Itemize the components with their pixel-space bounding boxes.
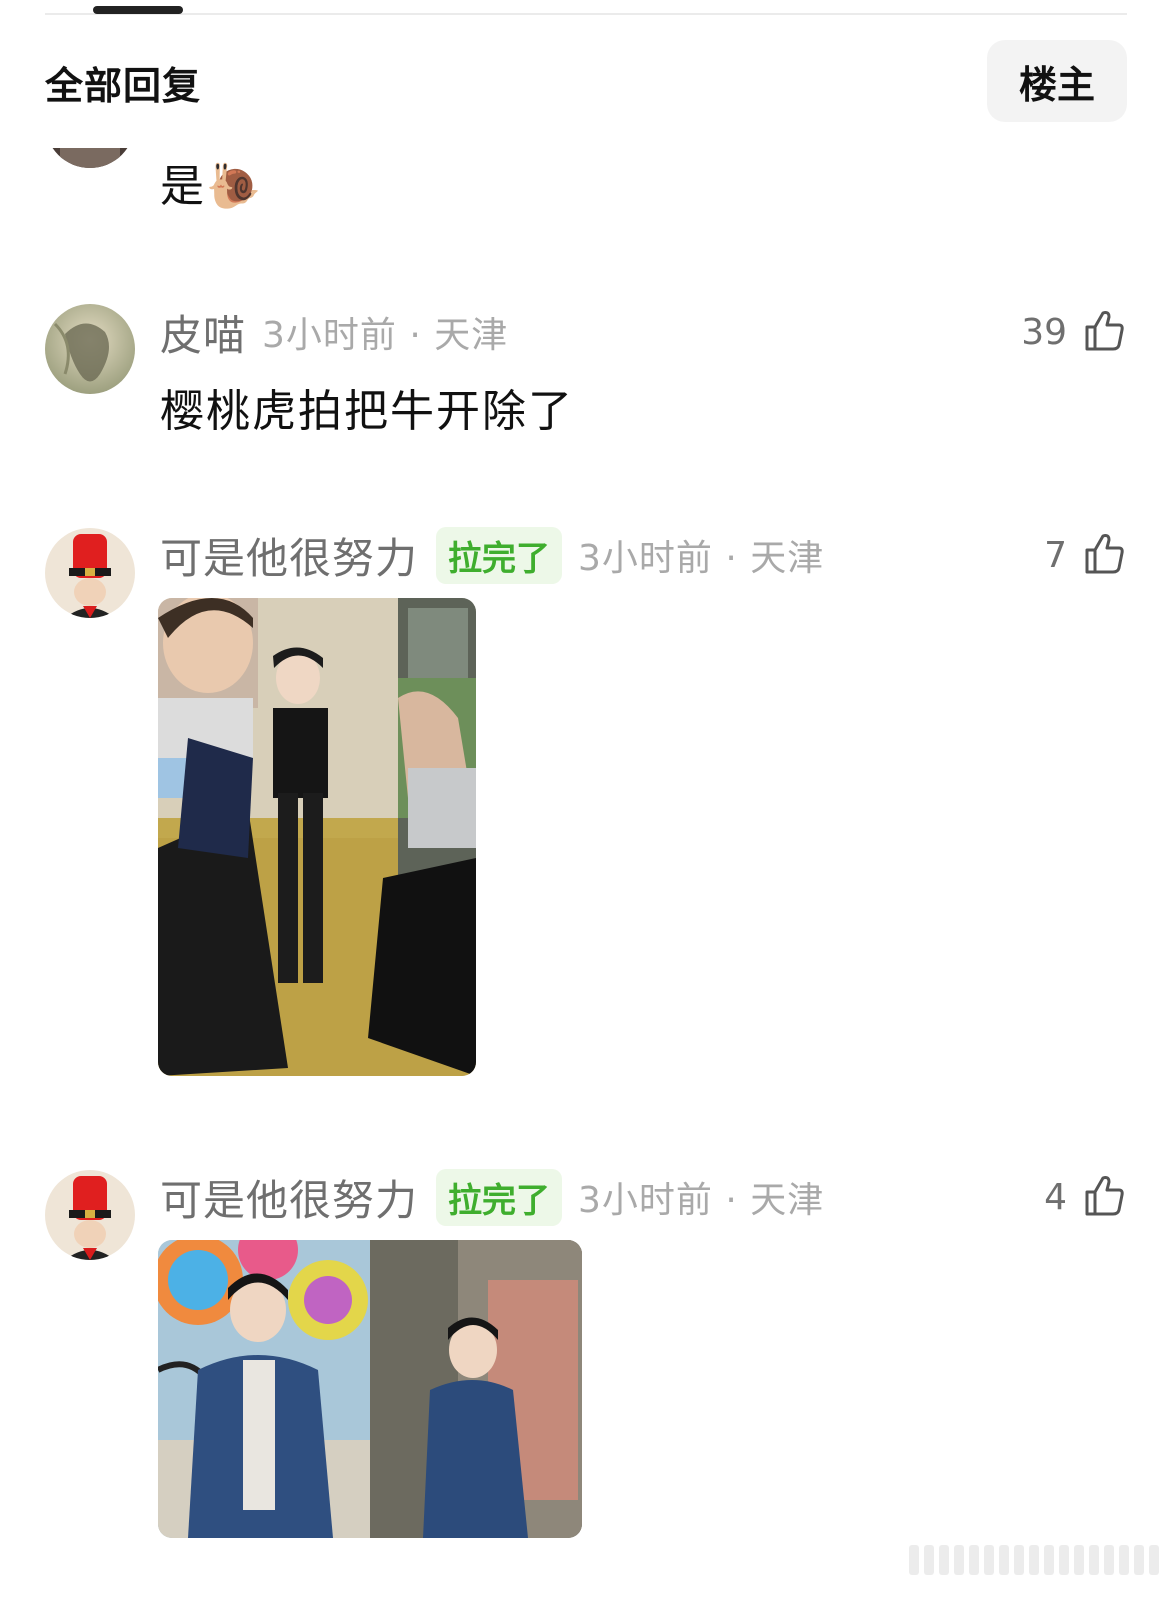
user-badge: 拉完了 (436, 1168, 563, 1226)
timestamp-location: 3小时前 · 天津 (578, 538, 825, 579)
comment-meta: 可是他很努力 拉完了 3小时前 · 天津 (160, 1167, 825, 1228)
like-count: 39 (1021, 311, 1067, 353)
username[interactable]: 皮喵 (160, 302, 246, 363)
like-count: 4 (1044, 1176, 1067, 1218)
timestamp-location: 3小时前 · 天津 (262, 315, 509, 356)
avatar[interactable] (45, 1170, 135, 1260)
username[interactable]: 可是他很努力 (160, 1167, 418, 1228)
watermark-decoration (909, 1545, 1159, 1575)
timestamp-location: 3小时前 · 天津 (578, 1180, 825, 1221)
thumbs-up-icon[interactable] (1081, 530, 1127, 580)
like-button[interactable]: 4 (1044, 1169, 1127, 1225)
thumbs-up-icon[interactable] (1081, 1172, 1127, 1222)
dance-photo[interactable] (158, 598, 476, 1076)
comment-meta: 可是他很努力 拉完了 3小时前 · 天津 (160, 525, 825, 586)
like-count: 7 (1044, 534, 1067, 576)
top-divider (45, 13, 1127, 15)
username[interactable]: 可是他很努力 (160, 525, 418, 586)
comment-meta: 皮喵 3小时前 · 天津 (160, 304, 508, 360)
avatar[interactable] (45, 304, 135, 394)
tab-indicator (93, 6, 183, 14)
like-button[interactable]: 7 (1044, 527, 1127, 583)
user-badge: 拉完了 (436, 526, 563, 584)
avatar[interactable] (45, 528, 135, 618)
denim-jacket-photo[interactable] (158, 1240, 582, 1538)
thumbs-up-icon[interactable] (1081, 307, 1127, 357)
like-button[interactable]: 39 (1021, 304, 1127, 360)
comment-text: 是🐌 (160, 161, 263, 212)
comment-text: 樱桃虎拍把牛开除了 (160, 386, 574, 437)
all-replies-title: 全部回复 (45, 64, 202, 108)
op-filter-button[interactable]: 楼主 (987, 40, 1127, 122)
